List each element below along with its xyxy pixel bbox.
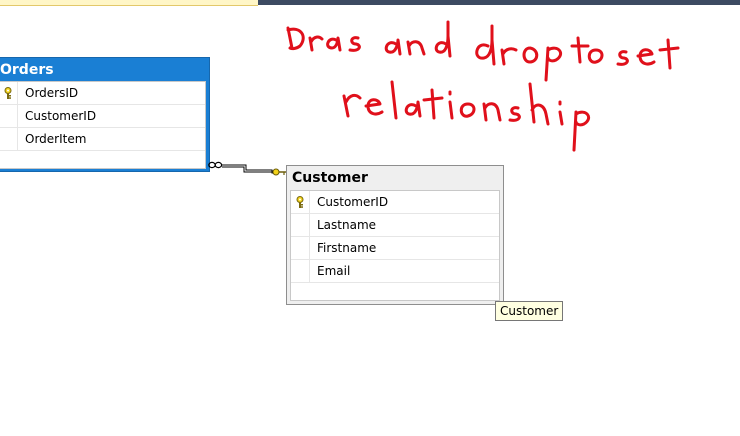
- column-row[interactable]: OrdersID: [0, 82, 205, 105]
- row-selector[interactable]: [0, 105, 18, 127]
- column-name: Lastname: [317, 218, 377, 232]
- column-row[interactable]: Firstname: [291, 237, 499, 260]
- key-icon: [4, 87, 12, 99]
- column-grid-orders: OrdersID CustomerID OrderItem: [0, 81, 206, 169]
- row-selector[interactable]: [291, 283, 309, 305]
- table-title-customer[interactable]: Customer: [287, 166, 368, 188]
- column-row[interactable]: OrderItem: [0, 128, 205, 151]
- column-row[interactable]: CustomerID: [0, 105, 205, 128]
- table-customer[interactable]: Customer CustomerID Lastname Firstname E…: [286, 165, 504, 305]
- document-tab-strip: [0, 0, 740, 6]
- handwritten-annotation: [286, 20, 680, 152]
- inactive-document-tabs[interactable]: [258, 0, 740, 5]
- key-icon: [296, 196, 304, 208]
- row-selector[interactable]: [291, 191, 310, 213]
- column-name: OrdersID: [25, 86, 79, 100]
- column-name: Firstname: [317, 241, 377, 255]
- infinity-icon: [208, 161, 223, 169]
- empty-column-row[interactable]: [0, 151, 205, 174]
- column-row[interactable]: Lastname: [291, 214, 499, 237]
- empty-column-row[interactable]: [291, 283, 499, 306]
- column-name: CustomerID: [25, 109, 97, 123]
- column-row[interactable]: CustomerID: [291, 191, 499, 214]
- column-name: CustomerID: [317, 195, 389, 209]
- row-selector[interactable]: [291, 260, 310, 282]
- row-selector[interactable]: [0, 151, 17, 173]
- row-selector[interactable]: [0, 128, 18, 150]
- table-title-orders[interactable]: Orders: [0, 58, 54, 80]
- table-orders[interactable]: Orders OrdersID CustomerID OrderItem: [0, 57, 210, 172]
- column-name: Email: [317, 264, 351, 278]
- row-selector[interactable]: [291, 237, 310, 259]
- column-grid-customer: CustomerID Lastname Firstname Email: [290, 190, 500, 301]
- row-selector[interactable]: [291, 214, 310, 236]
- tooltip: Customer: [495, 301, 564, 321]
- column-row[interactable]: Email: [291, 260, 499, 283]
- active-document-tab[interactable]: [0, 0, 258, 6]
- row-selector[interactable]: [0, 82, 18, 104]
- column-name: OrderItem: [25, 132, 87, 146]
- key-icon: [272, 168, 286, 176]
